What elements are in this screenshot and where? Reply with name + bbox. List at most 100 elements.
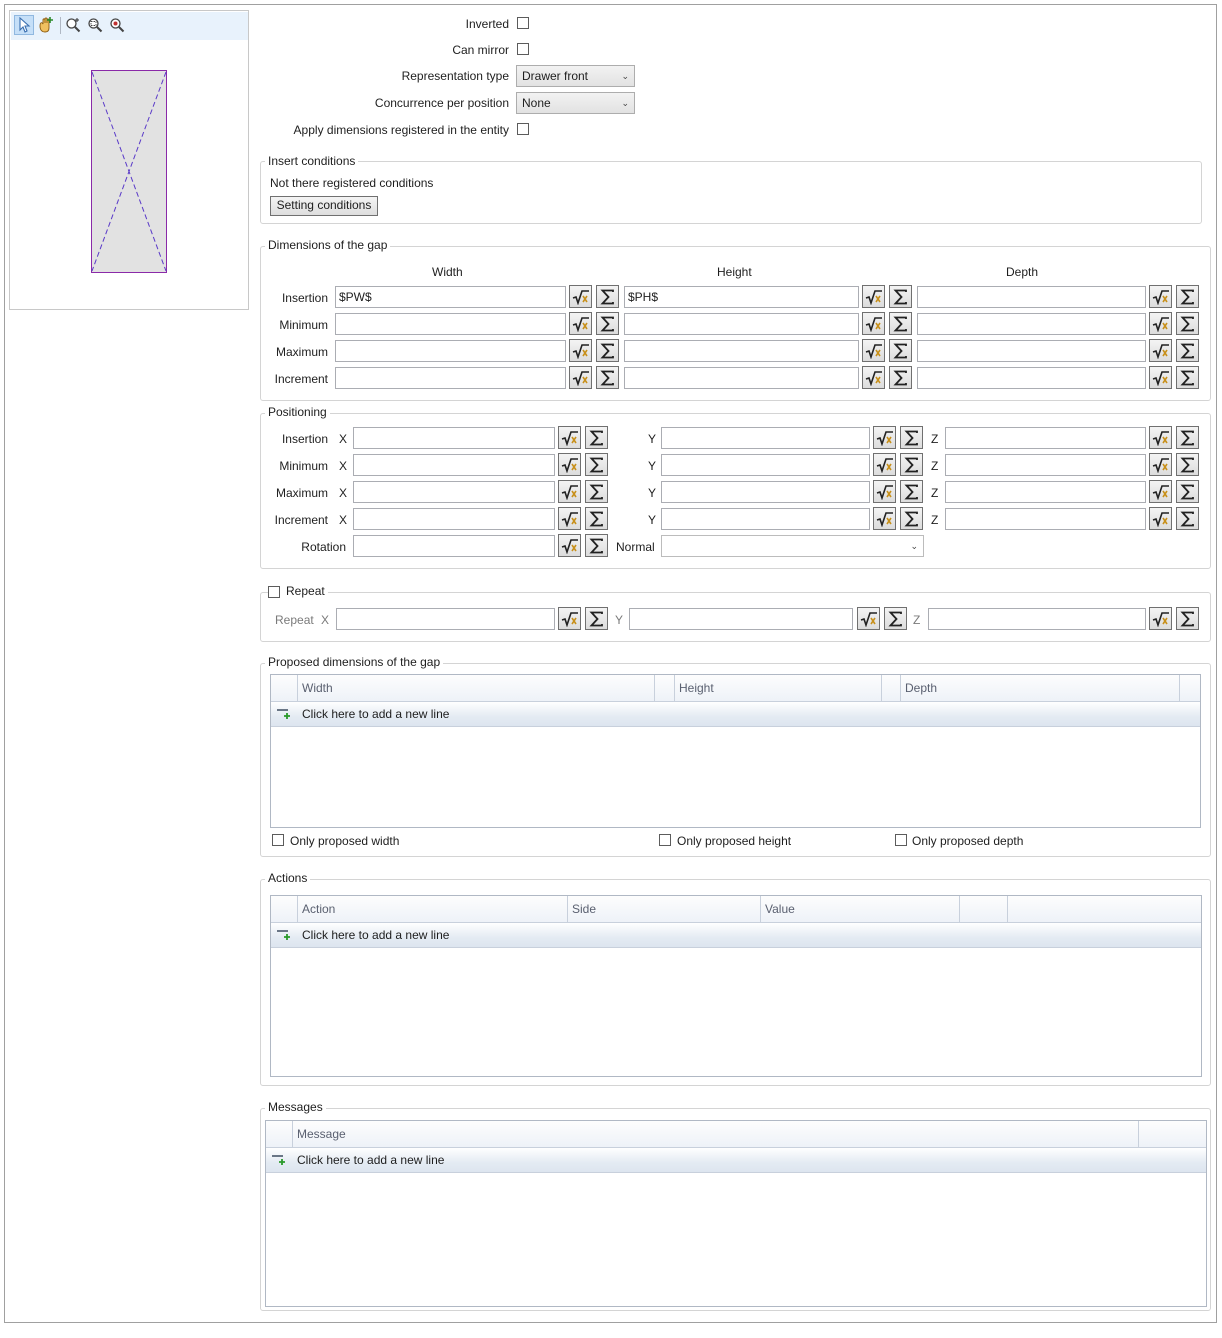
pos-maximum-x-sum-button[interactable] — [585, 480, 608, 503]
dim-insertion-width-input[interactable]: $PW$ — [335, 286, 566, 308]
dim-minimum-depth-input[interactable] — [917, 313, 1146, 335]
dim-insertion-depth-formula-button[interactable] — [1149, 285, 1172, 308]
dim-increment-height-formula-button[interactable] — [862, 366, 885, 389]
dim-minimum-depth-formula-button[interactable] — [1149, 312, 1172, 335]
pos-maximum-y-formula-button[interactable] — [873, 480, 896, 503]
concurrence-select[interactable]: None ⌄ — [516, 92, 635, 114]
messages-col-message[interactable]: Message — [292, 1121, 1138, 1147]
dim-minimum-height-sum-button[interactable] — [889, 312, 912, 335]
apply-dimensions-checkbox[interactable] — [517, 123, 529, 135]
dim-minimum-width-sum-button[interactable] — [596, 312, 619, 335]
dim-increment-depth-input[interactable] — [917, 367, 1146, 389]
dim-maximum-depth-formula-button[interactable] — [1149, 339, 1172, 362]
dim-minimum-width-input[interactable] — [335, 313, 566, 335]
setting-conditions-button[interactable]: Setting conditions — [270, 196, 378, 216]
pos-increment-y-input[interactable] — [661, 508, 870, 530]
pos-insertion-y-sum-button[interactable] — [900, 426, 923, 449]
zoom-extents-icon[interactable] — [63, 15, 83, 35]
pos-increment-z-input[interactable] — [945, 508, 1146, 530]
dim-maximum-width-input[interactable] — [335, 340, 566, 362]
zoom-window-icon[interactable] — [85, 15, 105, 35]
dim-insertion-height-formula-button[interactable] — [862, 285, 885, 308]
pos-increment-x-input[interactable] — [353, 508, 555, 530]
pos-insertion-y-formula-button[interactable] — [873, 426, 896, 449]
dim-increment-height-input[interactable] — [624, 367, 859, 389]
pos-maximum-z-formula-button[interactable] — [1149, 480, 1172, 503]
only-proposed-height-checkbox[interactable] — [659, 834, 671, 846]
dim-minimum-height-formula-button[interactable] — [862, 312, 885, 335]
dim-increment-depth-sum-button[interactable] — [1176, 366, 1199, 389]
dim-insertion-height-sum-button[interactable] — [889, 285, 912, 308]
dim-minimum-width-formula-button[interactable] — [569, 312, 592, 335]
pos-insertion-z-sum-button[interactable] — [1176, 426, 1199, 449]
dim-insertion-depth-sum-button[interactable] — [1176, 285, 1199, 308]
dim-insertion-width-formula-button[interactable] — [569, 285, 592, 308]
rotation-formula-button[interactable] — [558, 534, 581, 557]
pointer-icon[interactable] — [14, 15, 34, 35]
pos-minimum-y-sum-button[interactable] — [900, 453, 923, 476]
dim-insertion-depth-input[interactable] — [917, 286, 1146, 308]
dim-increment-width-sum-button[interactable] — [596, 366, 619, 389]
rotation-sum-button[interactable] — [585, 534, 608, 557]
repeat-y-sum-button[interactable] — [884, 607, 907, 630]
dim-minimum-depth-sum-button[interactable] — [1176, 312, 1199, 335]
pos-increment-z-sum-button[interactable] — [1176, 507, 1199, 530]
rotation-input[interactable] — [353, 535, 555, 557]
repeat-z-input[interactable] — [928, 608, 1146, 630]
dim-maximum-depth-sum-button[interactable] — [1176, 339, 1199, 362]
dim-increment-width-input[interactable] — [335, 367, 566, 389]
repeat-checkbox[interactable] — [268, 585, 280, 598]
only-proposed-depth-checkbox[interactable] — [895, 834, 907, 846]
proposed-col-depth[interactable]: Depth — [900, 675, 1179, 701]
pos-minimum-z-sum-button[interactable] — [1176, 453, 1199, 476]
pos-insertion-x-sum-button[interactable] — [585, 426, 608, 449]
zoom-icon[interactable] — [107, 15, 127, 35]
proposed-new-line-row[interactable]: Click here to add a new line — [271, 702, 1200, 727]
pos-increment-y-sum-button[interactable] — [900, 507, 923, 530]
actions-col-value[interactable]: Value — [760, 896, 959, 922]
pos-maximum-z-sum-button[interactable] — [1176, 480, 1199, 503]
repeat-y-input[interactable] — [629, 608, 853, 630]
can-mirror-checkbox[interactable] — [517, 43, 529, 55]
pos-increment-y-formula-button[interactable] — [873, 507, 896, 530]
inverted-checkbox[interactable] — [517, 17, 529, 29]
pos-minimum-y-formula-button[interactable] — [873, 453, 896, 476]
repeat-z-formula-button[interactable] — [1149, 607, 1172, 630]
dim-increment-height-sum-button[interactable] — [889, 366, 912, 389]
pos-maximum-y-input[interactable] — [661, 481, 870, 503]
pos-insertion-z-formula-button[interactable] — [1149, 426, 1172, 449]
pos-increment-x-formula-button[interactable] — [558, 507, 581, 530]
pos-maximum-y-sum-button[interactable] — [900, 480, 923, 503]
dim-maximum-depth-input[interactable] — [917, 340, 1146, 362]
pos-increment-z-formula-button[interactable] — [1149, 507, 1172, 530]
pos-minimum-y-input[interactable] — [661, 454, 870, 476]
pos-minimum-x-input[interactable] — [353, 454, 555, 476]
dim-maximum-height-formula-button[interactable] — [862, 339, 885, 362]
representation-type-select[interactable]: Drawer front ⌄ — [516, 65, 635, 87]
repeat-x-input[interactable] — [336, 608, 555, 630]
repeat-y-formula-button[interactable] — [857, 607, 880, 630]
repeat-z-sum-button[interactable] — [1176, 607, 1199, 630]
pos-minimum-z-input[interactable] — [945, 454, 1146, 476]
dim-insertion-height-input[interactable]: $PH$ — [624, 286, 859, 308]
messages-new-line-row[interactable]: Click here to add a new line — [266, 1148, 1206, 1173]
actions-col-action[interactable]: Action — [297, 896, 567, 922]
hand-add-icon[interactable] — [36, 15, 56, 35]
proposed-col-height[interactable]: Height — [674, 675, 881, 701]
dim-maximum-height-input[interactable] — [624, 340, 859, 362]
pos-insertion-x-formula-button[interactable] — [558, 426, 581, 449]
only-proposed-width-checkbox[interactable] — [272, 834, 284, 846]
repeat-x-formula-button[interactable] — [558, 607, 581, 630]
dim-increment-width-formula-button[interactable] — [569, 366, 592, 389]
pos-insertion-x-input[interactable] — [353, 427, 555, 449]
proposed-col-width[interactable]: Width — [297, 675, 654, 701]
normal-select[interactable]: ⌄ — [661, 535, 924, 557]
pos-maximum-x-formula-button[interactable] — [558, 480, 581, 503]
pos-minimum-z-formula-button[interactable] — [1149, 453, 1172, 476]
pos-maximum-z-input[interactable] — [945, 481, 1146, 503]
dim-maximum-width-sum-button[interactable] — [596, 339, 619, 362]
dim-minimum-height-input[interactable] — [624, 313, 859, 335]
actions-new-line-row[interactable]: Click here to add a new line — [271, 923, 1201, 948]
pos-insertion-y-input[interactable] — [661, 427, 870, 449]
pos-insertion-z-input[interactable] — [945, 427, 1146, 449]
